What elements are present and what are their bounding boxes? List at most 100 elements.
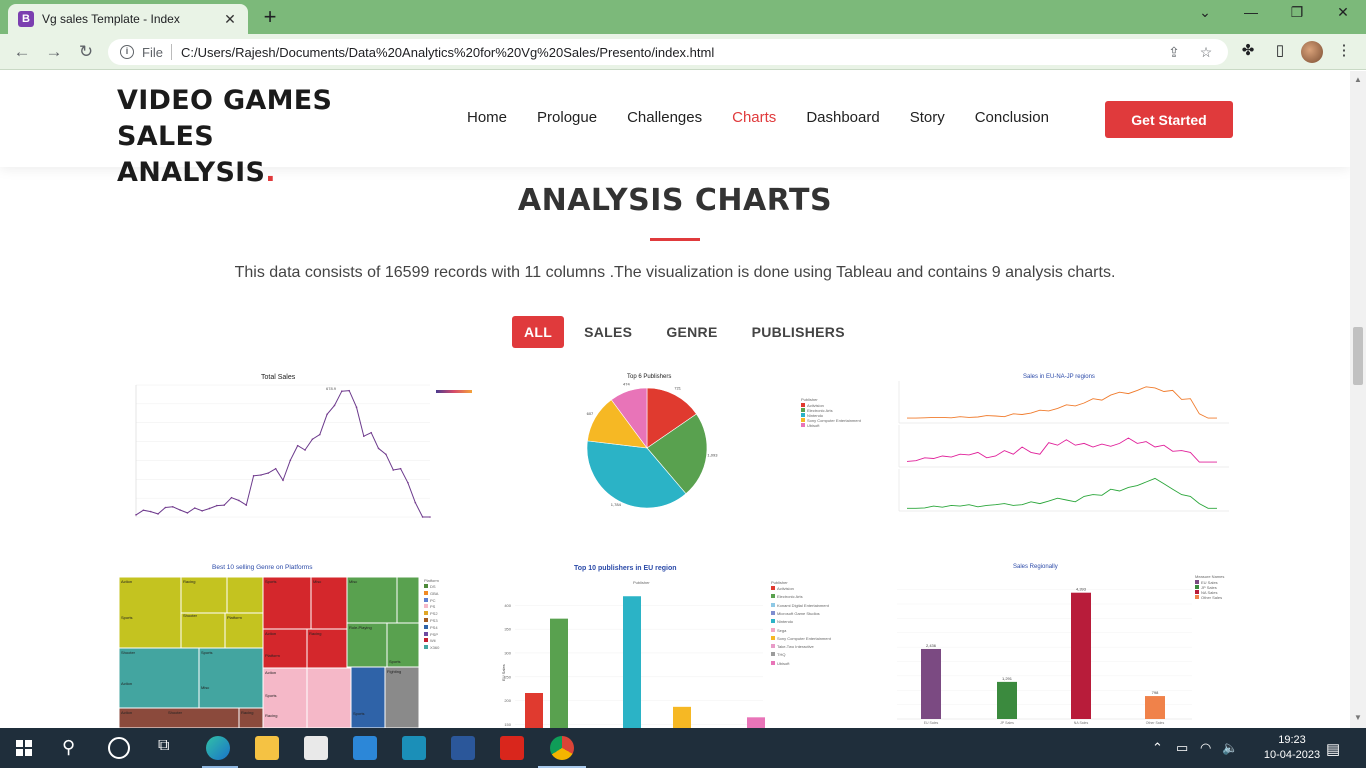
back-arrow-icon[interactable]: ← — [10, 40, 34, 64]
acrobat-icon[interactable] — [500, 736, 524, 760]
search-icon[interactable]: ⚲ — [62, 737, 75, 758]
treemap-label: Sports — [201, 650, 213, 655]
volume-icon[interactable]: 🔈 — [1222, 740, 1238, 756]
wifi-icon[interactable]: ◠ — [1200, 740, 1211, 756]
taskbar-clock[interactable]: 19:23 10-04-2023 — [1262, 733, 1322, 763]
chart-card-sales-regionally[interactable]: Sales Regionally 2,436 EU Sales 1,291 JP Sa… — [877, 561, 1233, 728]
line-point — [230, 496, 233, 499]
notifications-icon[interactable]: ▤ — [1326, 740, 1340, 758]
web-page: VIDEO GAMES SALES ANALYSIS. Home Prologu… — [0, 71, 1350, 728]
filter-publishers[interactable]: PUBLISHERS — [738, 316, 859, 348]
nav-story[interactable]: Story — [910, 109, 945, 126]
legend-swatch — [801, 403, 805, 407]
task-view-icon[interactable]: ⧉ — [158, 737, 169, 755]
nav-dashboard[interactable]: Dashboard — [806, 109, 879, 126]
chart-card-top-publishers[interactable]: Top 6 Publishers 721 1,093 1,784 607 474 Pub… — [585, 371, 861, 521]
treemap-label: Misc — [349, 579, 357, 584]
line-point — [407, 481, 409, 484]
line-point — [260, 474, 262, 476]
nav-prologue[interactable]: Prologue — [537, 109, 597, 126]
scroll-down-icon[interactable]: ▼ — [1350, 711, 1366, 725]
browser-tab[interactable]: B Vg sales Template - Index ✕ — [8, 4, 248, 34]
browser-menu-icon[interactable]: ⋮ — [1333, 41, 1355, 63]
tab-search-chevron-down-icon[interactable]: ⌄ — [1182, 4, 1228, 26]
legend-label: PSP — [430, 631, 439, 637]
legend-swatch — [771, 602, 775, 607]
reload-icon[interactable]: ↻ — [74, 40, 98, 64]
page-scrollbar[interactable]: ▲ ▼ — [1350, 71, 1366, 728]
address-url[interactable]: C:/Users/Rajesh/Documents/Data%20Analyti… — [181, 45, 1152, 60]
line-point — [399, 467, 402, 470]
line-point — [201, 510, 203, 512]
chart-card-genre-treemap[interactable]: Best 10 selling Genre on Platforms Actio… — [118, 561, 448, 728]
show-hidden-icons-chevron-icon[interactable]: ⌃ — [1152, 740, 1163, 756]
treemap-label: Action — [265, 670, 276, 675]
legend-swatch — [424, 624, 428, 629]
chrome-icon[interactable] — [550, 736, 574, 760]
edge-icon[interactable] — [206, 736, 230, 760]
share-icon[interactable]: ⇪ — [1164, 44, 1184, 61]
total-sales-title: Total Sales — [261, 374, 296, 381]
treemap-tile — [262, 667, 308, 728]
legend-item: Activision — [771, 586, 794, 591]
bootstrap-favicon-icon: B — [18, 11, 34, 27]
section-description: This data consists of 16599 records with… — [234, 264, 1116, 281]
site-info-icon[interactable]: i — [120, 45, 134, 59]
bar — [1145, 696, 1165, 719]
legend-item: Ubisoft — [771, 660, 789, 666]
y-tick-label: 400 — [504, 603, 511, 608]
side-panel-icon[interactable]: ▯ — [1269, 41, 1291, 63]
address-bar[interactable]: i File C:/Users/Rajesh/Documents/Data%20… — [108, 39, 1228, 65]
line-point — [164, 506, 167, 509]
extensions-puzzle-icon[interactable]: ✤ — [1237, 41, 1259, 63]
filter-sales[interactable]: SALES — [570, 316, 646, 348]
remote-desktop-icon[interactable] — [402, 736, 426, 760]
nav-home[interactable]: Home — [467, 109, 507, 126]
profile-avatar[interactable] — [1301, 41, 1323, 63]
legend-label: Ubisoft — [807, 423, 820, 428]
legend-swatch — [1195, 580, 1199, 584]
line-point — [363, 435, 365, 438]
bar — [997, 681, 1017, 719]
nav-challenges[interactable]: Challenges — [627, 109, 702, 126]
treemap-label: Racing — [309, 631, 321, 636]
tab-close-icon[interactable]: ✕ — [222, 11, 238, 28]
treemap-label: Misc — [313, 579, 321, 584]
treemap-label: Racing — [241, 710, 253, 715]
line-point — [355, 406, 358, 408]
new-tab-icon[interactable]: + — [258, 6, 282, 30]
bar-value-label: 1,291 — [1002, 676, 1013, 681]
filter-all[interactable]: ALL — [512, 316, 565, 348]
treemap-label: Fighting — [387, 669, 401, 674]
chart-card-regional-sales[interactable]: Sales in EU-NA-JP regions — [877, 371, 1233, 527]
word-icon[interactable] — [451, 736, 475, 760]
minimize-icon[interactable]: — — [1228, 4, 1274, 26]
region-series-line — [907, 477, 1217, 509]
close-window-icon[interactable]: ✕ — [1320, 4, 1366, 26]
nav-charts[interactable]: Charts — [732, 109, 776, 126]
line-point — [171, 506, 174, 508]
line-point — [208, 507, 211, 510]
chart-card-total-sales[interactable]: Total Sales 678.9 — [118, 371, 474, 527]
legend-swatch — [424, 611, 428, 616]
restore-icon[interactable]: ❐ — [1274, 4, 1320, 26]
file-explorer-icon[interactable] — [255, 736, 279, 760]
store-icon[interactable] — [304, 736, 328, 760]
chart-card-eu-publishers[interactable]: Top 10 publishers in EU region Publisher… — [495, 561, 860, 728]
site-logo[interactable]: VIDEO GAMES SALES ANALYSIS. — [117, 83, 437, 191]
forward-arrow-icon[interactable]: → — [42, 40, 66, 64]
cortana-icon[interactable] — [108, 737, 130, 759]
bookmark-star-icon[interactable]: ☆ — [1196, 44, 1216, 61]
nav-conclusion[interactable]: Conclusion — [975, 109, 1049, 126]
tab-title: Vg sales Template - Index — [42, 12, 180, 26]
scrollbar-thumb[interactable] — [1353, 327, 1363, 385]
legend-label: PS4 — [430, 624, 438, 630]
bar-value-label: 798 — [1152, 690, 1159, 695]
mail-icon[interactable] — [353, 736, 377, 760]
scroll-up-icon[interactable]: ▲ — [1350, 73, 1366, 87]
filter-genre[interactable]: GENRE — [652, 316, 731, 348]
get-started-button[interactable]: Get Started — [1105, 101, 1233, 138]
battery-icon[interactable]: ▭ — [1176, 740, 1188, 756]
bar-value-label: 4,393 — [1076, 587, 1087, 592]
windows-start-icon[interactable] — [16, 740, 32, 756]
